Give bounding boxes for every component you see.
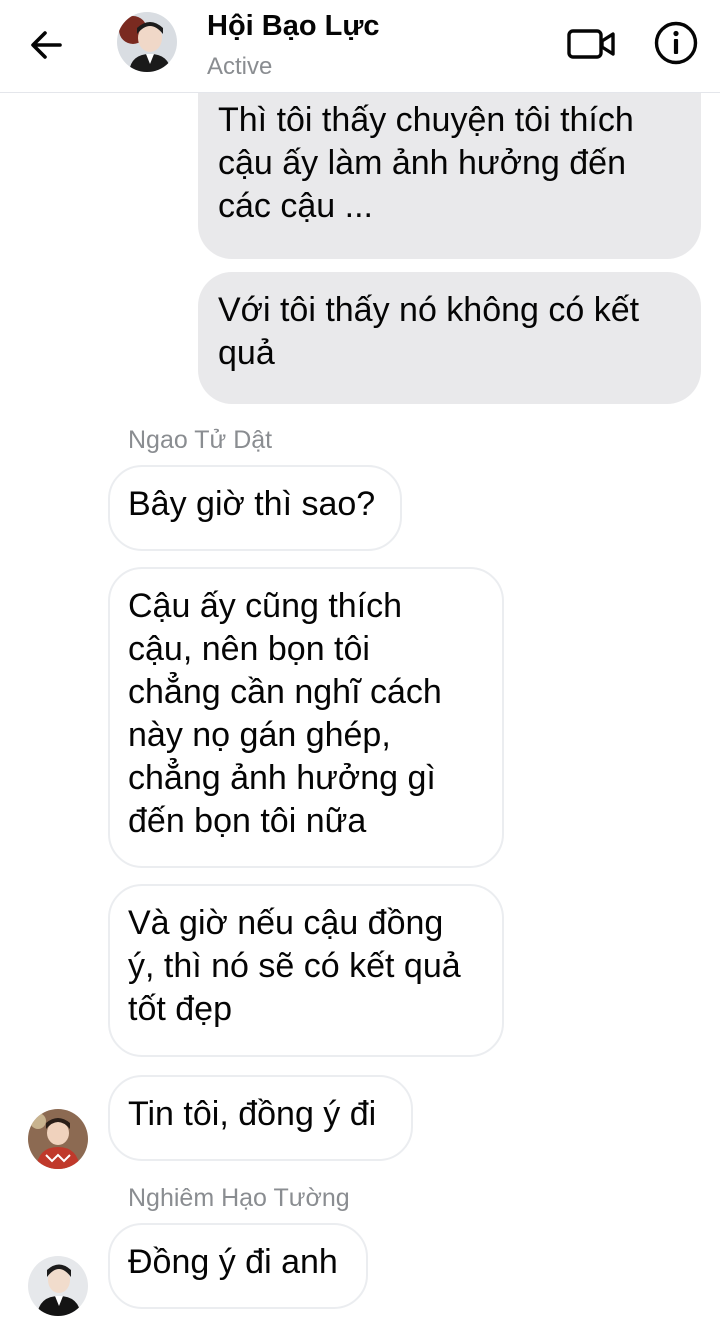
group-avatar[interactable]: [117, 12, 177, 72]
incoming-message[interactable]: Bây giờ thì sao?: [108, 465, 402, 551]
video-call-button[interactable]: [566, 22, 618, 66]
incoming-message[interactable]: Tin tôi, đồng ý đi: [108, 1075, 413, 1161]
sender-avatar[interactable]: [28, 1109, 88, 1169]
incoming-message[interactable]: Cậu ấy cũng thích cậu, nên bọn tôi chẳng…: [108, 567, 504, 868]
active-status: Active: [207, 53, 273, 80]
back-button[interactable]: [22, 22, 72, 68]
info-icon: [654, 21, 698, 65]
chat-title: Hội Bạo Lực: [207, 10, 380, 42]
back-arrow-icon: [31, 31, 62, 59]
outgoing-message[interactable]: Thì tôi thấy chuyện tôi thích cậu ấy làm…: [198, 82, 701, 259]
info-button[interactable]: [653, 20, 699, 66]
incoming-message[interactable]: Và giờ nếu cậu đồng ý, thì nó sẽ có kết …: [108, 884, 504, 1057]
sender-avatar[interactable]: [28, 1256, 88, 1316]
sender-name: Ngao Tử Dật: [128, 426, 273, 454]
sender-name: Nghiêm Hạo Tường: [128, 1184, 350, 1212]
outgoing-message[interactable]: Với tôi thấy nó không có kết quả: [198, 272, 701, 404]
chat-header: Hội Bạo Lực Active: [0, 0, 720, 93]
video-call-icon: [567, 29, 615, 59]
incoming-message[interactable]: Đồng ý đi anh: [108, 1223, 368, 1309]
